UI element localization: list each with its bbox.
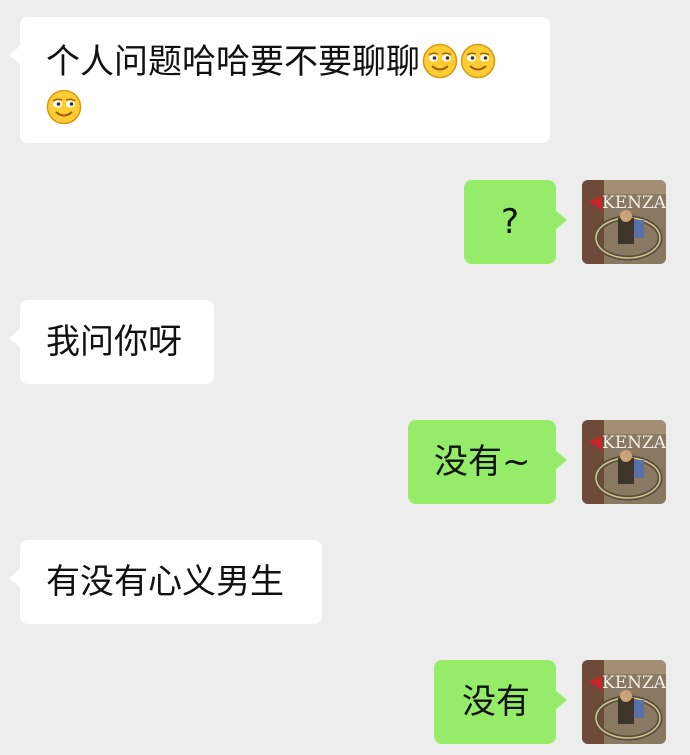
user-avatar[interactable]: KENZA <box>582 420 666 504</box>
brand-text: KENZA <box>602 433 666 453</box>
smiling-face-emoji-icon <box>460 43 496 79</box>
smiling-face-emoji-icon <box>422 43 458 79</box>
incoming-message-bubble[interactable]: 个人问题哈哈要不要聊聊 <box>9 17 550 143</box>
chat-conversation: 个人问题哈哈要不要聊聊 ? KENZA 我问你呀 没有~ KENZA 有没有心义… <box>0 0 690 755</box>
incoming-message-bubble[interactable]: 我问你呀 <box>9 300 214 384</box>
outgoing-message-bubble[interactable]: 没有~ <box>408 420 567 504</box>
message-text: 没有 <box>462 682 530 722</box>
outgoing-message-bubble[interactable]: ? <box>464 180 567 264</box>
message-text: 个人问题哈哈要不要聊聊 <box>46 42 420 82</box>
brand-text: KENZA <box>602 193 666 213</box>
user-avatar[interactable]: KENZA <box>582 180 666 264</box>
message-text: 我问你呀 <box>46 322 182 362</box>
brand-text: KENZA <box>602 673 666 693</box>
user-avatar[interactable]: KENZA <box>582 660 666 744</box>
message-text: ? <box>500 202 520 242</box>
smiling-face-emoji-icon <box>46 89 82 125</box>
outgoing-message-bubble[interactable]: 没有 <box>434 660 567 744</box>
message-text: 有没有心义男生 <box>46 562 284 602</box>
incoming-message-bubble[interactable]: 有没有心义男生 <box>9 540 322 624</box>
message-text: 没有~ <box>434 442 531 482</box>
